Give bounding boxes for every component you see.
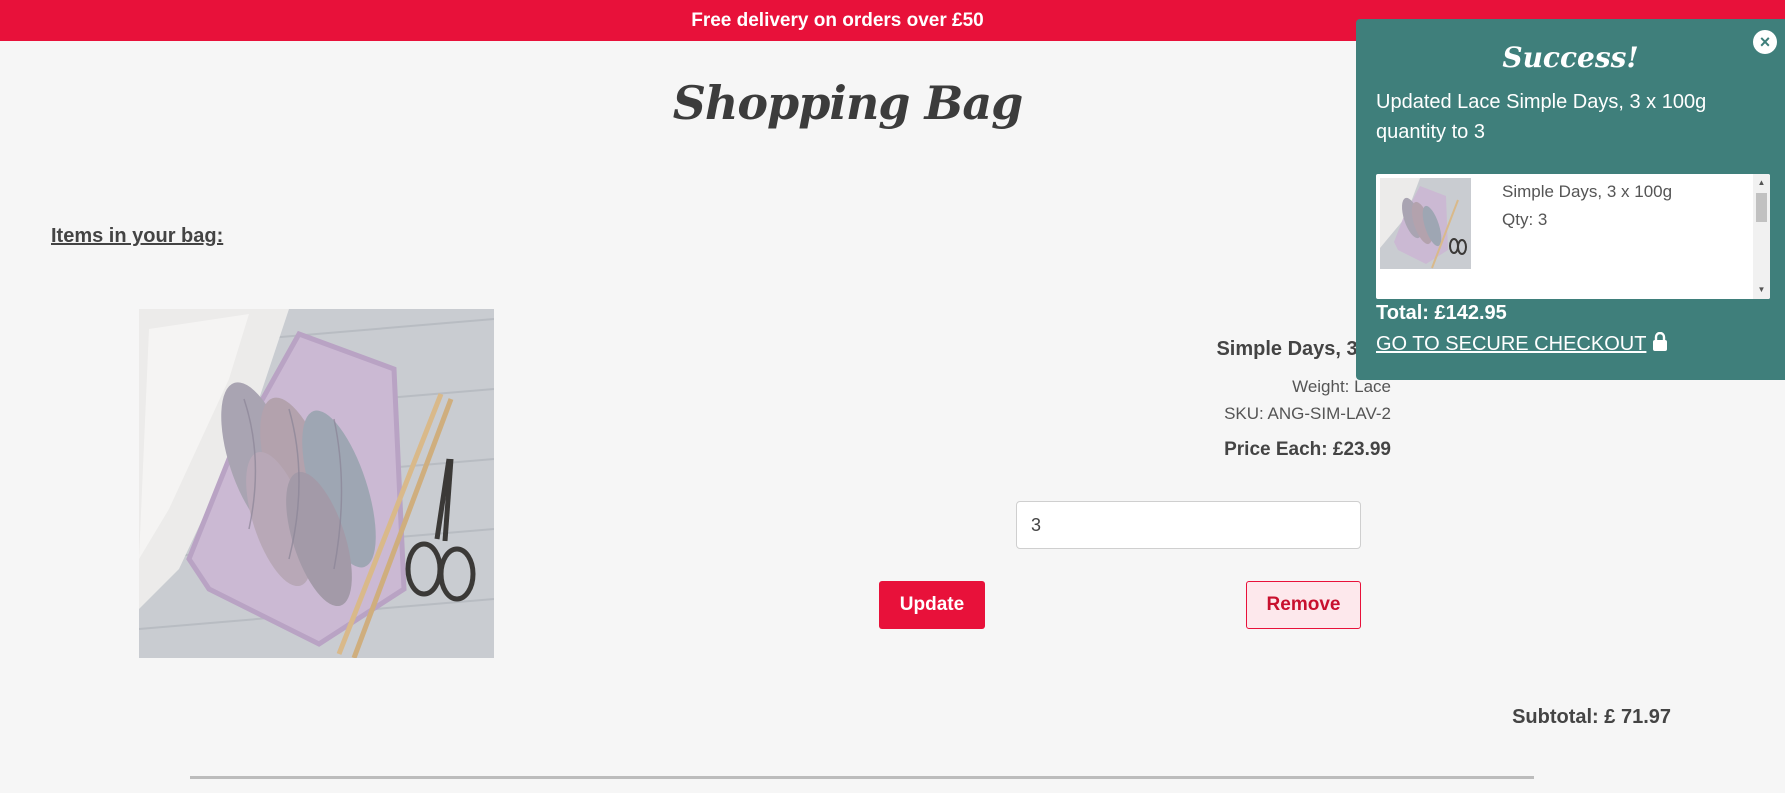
quantity-input[interactable] (1016, 501, 1361, 549)
subtotal: Subtotal: £ 71.97 (1512, 706, 1671, 728)
toast-item-thumbnail (1380, 178, 1471, 269)
success-toast: × Success! Updated Lace Simple Days, 3 x… (1356, 19, 1785, 380)
product-image[interactable] (139, 309, 494, 658)
product-price-each: Price Each: £23.99 (1224, 439, 1391, 460)
scroll-up-icon[interactable]: ▲ (1753, 176, 1770, 190)
scroll-down-icon[interactable]: ▼ (1753, 283, 1770, 297)
product-photo-yarn-skeins (139, 309, 494, 658)
toast-item-list[interactable]: Simple Days, 3 x 100g Qty: 3 ▲ ▼ (1376, 174, 1770, 299)
remove-button[interactable]: Remove (1246, 581, 1361, 629)
scroll-thumb[interactable] (1756, 193, 1767, 222)
toast-item-name: Simple Days, 3 x 100g (1502, 182, 1673, 201)
toast-title: Success! (1502, 41, 1639, 74)
toast-total: Total: £142.95 (1376, 302, 1507, 324)
promo-text: Free delivery on orders over £50 (691, 10, 984, 31)
secure-checkout-link[interactable]: GO TO SECURE CHECKOUT (1376, 331, 1668, 358)
toast-message: Updated Lace Simple Days, 3 x 100g quant… (1376, 91, 1707, 143)
items-heading: Items in your bag: (51, 225, 224, 247)
lock-icon (1652, 331, 1668, 358)
product-thumbnail-icon (1380, 178, 1471, 269)
divider (190, 776, 1534, 779)
product-sku: SKU: ANG-SIM-LAV-2 (1224, 404, 1391, 423)
scrollbar[interactable]: ▲ ▼ (1753, 174, 1770, 299)
secure-checkout-label: GO TO SECURE CHECKOUT (1376, 333, 1647, 355)
toast-item-qty: Qty: 3 (1502, 210, 1548, 229)
update-button[interactable]: Update (879, 581, 985, 629)
